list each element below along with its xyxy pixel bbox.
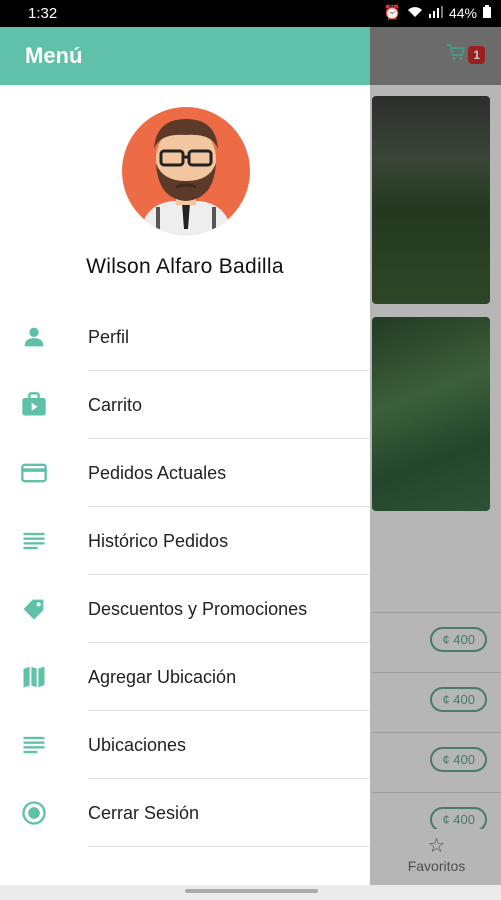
- status-time: 1:32: [28, 5, 58, 22]
- menu-item-label: Cerrar Sesión: [88, 803, 200, 823]
- menu-item-label: Perfil: [88, 327, 130, 347]
- menu-item-label: Histórico Pedidos: [88, 531, 229, 551]
- battery-percent: 44%: [448, 4, 477, 21]
- menu-item-descuentos-promociones[interactable]: Descuentos y Promociones: [0, 575, 370, 643]
- alarm-icon: ⏰: [383, 4, 401, 20]
- menu-item-label: Ubicaciones: [88, 735, 187, 755]
- home-gesture-handle[interactable]: [185, 889, 318, 893]
- person-icon: [20, 323, 48, 351]
- menu-item-ubicaciones[interactable]: Ubicaciones: [0, 711, 370, 779]
- tag-icon: [20, 595, 48, 623]
- menu-item-label: Agregar Ubicación: [88, 667, 237, 687]
- menu-item-carrito[interactable]: Carrito: [0, 371, 370, 439]
- battery-icon: [483, 4, 491, 21]
- divider: [88, 846, 370, 847]
- menu-item-perfil[interactable]: Perfil: [0, 303, 370, 371]
- signal-icon: [428, 5, 443, 21]
- menu-item-historico-pedidos[interactable]: Histórico Pedidos: [0, 507, 370, 575]
- user-name: Wilson Alfaro Badilla: [86, 255, 284, 278]
- status-bar: 1:32 ⏰ 44%: [0, 0, 501, 27]
- menu-item-agregar-ubicacion[interactable]: Agregar Ubicación: [0, 643, 370, 711]
- drawer-menu: Perfil Carrito Pedidos Actuales Históric…: [0, 303, 370, 847]
- shopping-bag-icon: [20, 391, 48, 419]
- avatar[interactable]: [112, 107, 260, 235]
- wifi-icon: [407, 5, 423, 21]
- menu-item-pedidos-actuales[interactable]: Pedidos Actuales: [0, 439, 370, 507]
- list-icon: [20, 527, 48, 555]
- menu-item-cerrar-sesion[interactable]: Cerrar Sesión: [0, 779, 370, 847]
- system-navigation-bar: [0, 885, 501, 900]
- radio-button-icon: [20, 799, 48, 827]
- status-icons: ⏰ 44%: [384, 4, 491, 21]
- drawer-title: Menú: [25, 43, 83, 68]
- list-icon: [20, 731, 48, 759]
- navigation-drawer: Menú Wilson Alfaro Badilla Perfil Carrit…: [0, 27, 370, 885]
- menu-item-label: Descuentos y Promociones: [88, 599, 308, 619]
- screen: 1:32 ⏰ 44% 1 ¢ 400 ¢ 400 ¢ 400 ¢ 400 ☆ F…: [0, 0, 501, 900]
- menu-item-label: Carrito: [88, 395, 143, 415]
- menu-item-label: Pedidos Actuales: [88, 463, 227, 483]
- drawer-header: Menú: [0, 27, 370, 85]
- credit-card-icon: [20, 459, 48, 487]
- map-icon: [20, 663, 48, 691]
